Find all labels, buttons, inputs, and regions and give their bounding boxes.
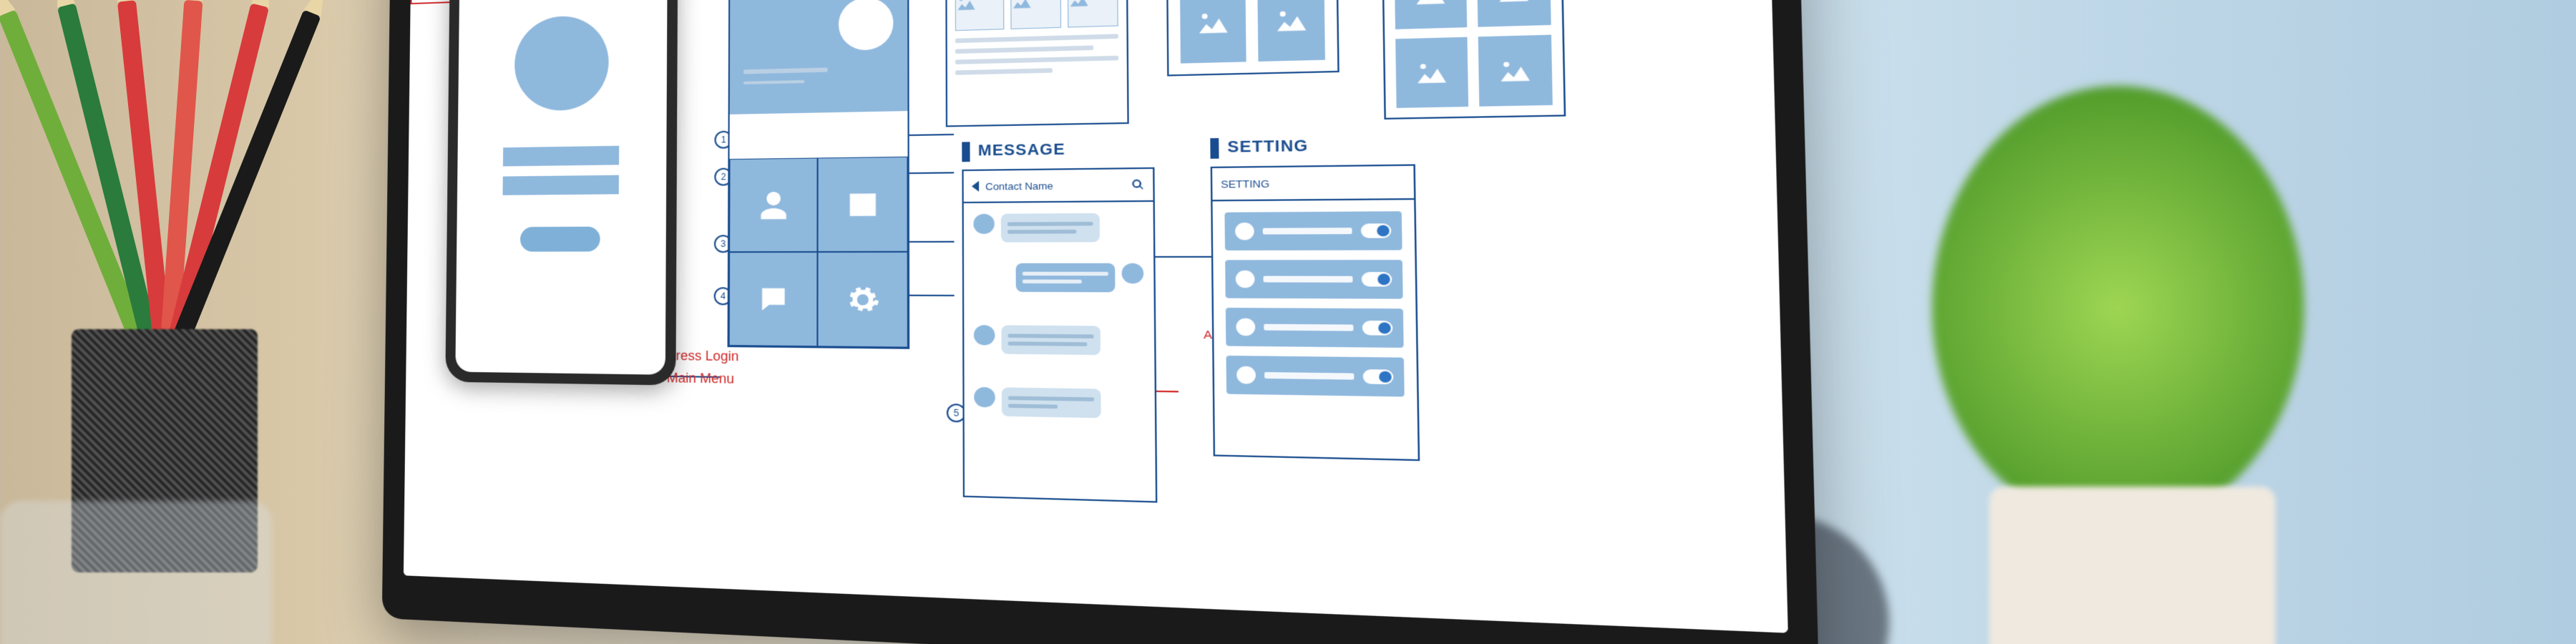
message-in-3 [974,387,1101,418]
wireframe-canvas[interactable]: MENU MESSAGE SETTING Press Login Main Me… [404,0,1788,633]
menu-header [730,0,908,114]
choose-tile-3[interactable] [1180,0,1246,64]
gallery-tile-3[interactable] [1395,0,1468,29]
laptop-screen: MENU MESSAGE SETTING Press Login Main Me… [404,0,1788,633]
message-out-1 [1016,263,1144,293]
avatar-icon [1122,263,1144,284]
toggle-switch[interactable] [1362,321,1393,336]
login-button[interactable] [520,227,600,252]
toggle-switch[interactable] [1361,223,1392,238]
avatar-icon [974,387,995,408]
article-thumb-1[interactable] [955,0,1005,31]
section-title-message: MESSAGE [962,140,1065,162]
wireframe-article[interactable] [945,0,1129,127]
menu-tile-profile[interactable] [729,157,818,252]
setting-row-1[interactable] [1224,211,1402,250]
message-contact-name: Contact Name [985,180,1053,192]
setting-row-icon [1235,223,1254,240]
setting-row-4[interactable] [1226,356,1404,397]
menu-tile-settings[interactable] [817,252,908,348]
avatar-icon [974,325,995,345]
avatar-icon [973,214,994,234]
user-icon [756,188,790,221]
menu-sub-line [743,80,804,84]
wireframe-message[interactable]: Contact Name [962,167,1157,503]
message-in-1 [973,213,1100,243]
toggle-switch[interactable] [1362,272,1392,286]
message-in-2 [974,325,1101,355]
password-field[interactable] [503,175,619,195]
desk-plant-pot [1989,487,2275,644]
search-icon[interactable] [1131,178,1145,191]
laptop: MENU MESSAGE SETTING Press Login Main Me… [382,0,1820,644]
setting-row-icon [1236,366,1256,384]
gallery-tile-6[interactable] [1478,35,1553,107]
desk-plant-right [1932,86,2304,530]
annotation-main-menu: Main Menu [667,371,734,387]
setting-row-icon [1236,270,1255,288]
annotation-press-login: Press Login [667,348,739,364]
wireframe-menu[interactable] [728,0,910,349]
gallery-tile-5[interactable] [1395,37,1468,108]
menu-tile-gallery[interactable] [817,157,907,252]
back-icon[interactable] [972,181,979,192]
choose-tile-4[interactable] [1257,0,1325,62]
gallery-tile-4[interactable] [1477,0,1551,27]
chat-icon [756,283,790,316]
desk-glass [0,501,272,644]
section-title-setting: SETTING [1210,137,1309,159]
setting-row-2[interactable] [1225,260,1403,299]
setting-row-icon [1236,318,1255,336]
toggle-switch[interactable] [1363,369,1394,384]
desk-pencil-cup [43,57,286,572]
wireframe-login[interactable] [455,0,667,375]
image-icon [845,187,879,221]
menu-tile-message[interactable] [729,252,818,346]
article-text-lines [955,34,1118,81]
setting-header: SETTING [1212,166,1414,202]
gear-icon [845,283,879,316]
menu-avatar [839,0,893,51]
setting-row-3[interactable] [1226,308,1404,348]
device-frame-phone [445,0,678,386]
article-thumb-2[interactable] [1011,0,1061,29]
wireframe-gallery[interactable] [1380,0,1566,119]
article-thumb-3[interactable] [1068,0,1118,28]
wireframe-choose-picture[interactable] [1166,0,1340,77]
username-field[interactable] [503,146,619,167]
menu-name-line [743,67,828,74]
avatar-placeholder [514,15,609,112]
wireframe-setting[interactable]: SETTING [1211,164,1420,461]
message-header: Contact Name [964,169,1153,203]
